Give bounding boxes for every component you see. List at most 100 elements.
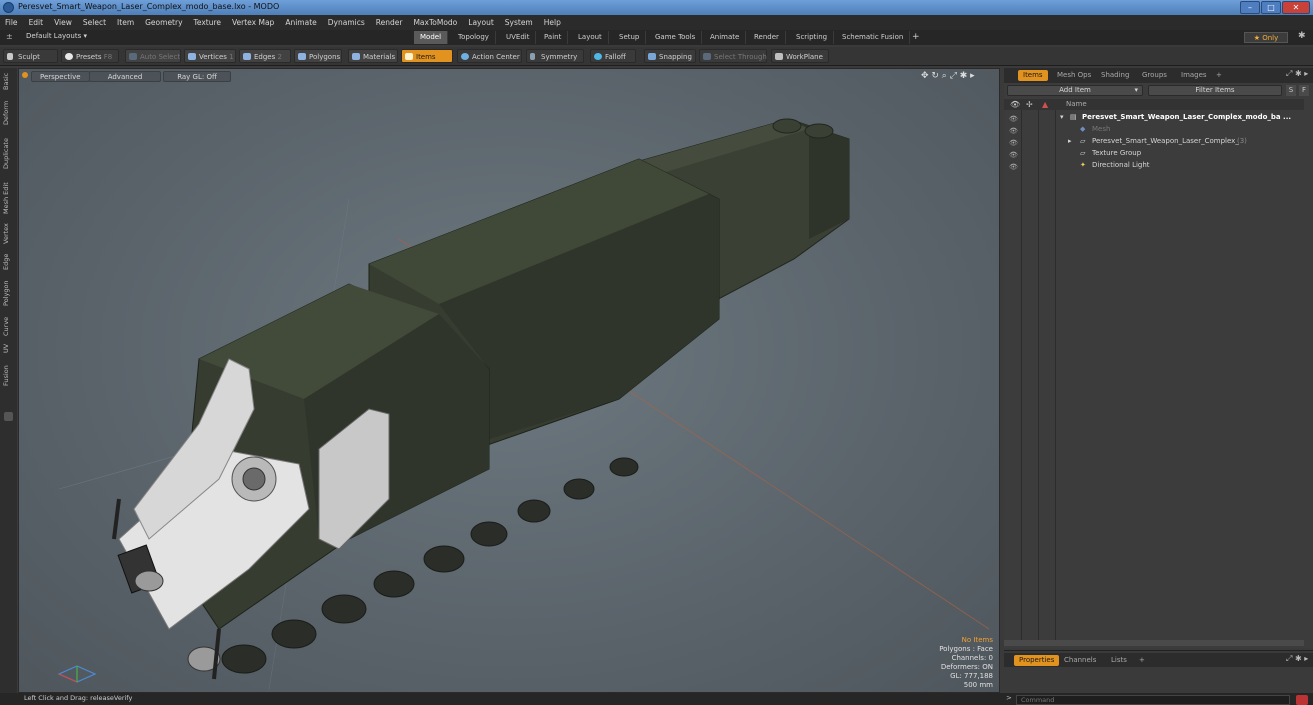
filter-items-input[interactable]: Filter Items — [1148, 85, 1282, 96]
symmetry-button[interactable]: Symmetry — [526, 49, 584, 63]
stats-selection: No Items — [961, 636, 993, 644]
add-props-tab-button[interactable]: + — [1134, 655, 1150, 666]
command-clear-icon[interactable] — [1296, 695, 1308, 705]
expand-arrow-icon[interactable]: ▸ — [1068, 135, 1072, 147]
vertices-button[interactable]: Vertices 1 — [184, 49, 236, 63]
tab-channels[interactable]: Channels — [1059, 655, 1101, 666]
select-through-button[interactable]: Select Through — [699, 49, 767, 63]
command-input[interactable]: Command — [1016, 695, 1290, 705]
tab-scripting[interactable]: Scripting — [790, 31, 835, 44]
vtab-polygon[interactable]: Polygon — [2, 276, 15, 310]
tree-row-texture-group[interactable]: 👁 ▱ Texture Group — [1004, 147, 1304, 159]
snapping-button[interactable]: Snapping — [644, 49, 696, 63]
add-item-dropdown[interactable]: Add Item ▾ — [1007, 85, 1143, 96]
add-panel-tab-button[interactable]: + — [1211, 70, 1227, 81]
tab-mesh-ops[interactable]: Mesh Ops — [1052, 70, 1096, 81]
tab-topology[interactable]: Topology — [452, 31, 496, 44]
vtab-fusion[interactable]: Fusion — [2, 362, 15, 390]
menu-view[interactable]: View — [54, 18, 72, 27]
layout-pin-icon[interactable]: ± — [6, 32, 13, 41]
tree-row-group[interactable]: 👁 ▸ ▱ Peresvet_Smart_Weapon_Laser_Comple… — [1004, 135, 1304, 147]
tab-lists[interactable]: Lists — [1106, 655, 1132, 666]
minimize-icon[interactable]: – — [1240, 1, 1260, 14]
tree-row-light[interactable]: 👁 ✦ Directional Light — [1004, 159, 1304, 171]
menu-animate[interactable]: Animate — [285, 18, 316, 27]
tab-paint[interactable]: Paint — [538, 31, 569, 44]
props-options-icon[interactable]: ⤢ ✱ ▸ — [1286, 654, 1308, 664]
filter-f-button[interactable]: F — [1299, 85, 1309, 96]
visibility-eye-icon[interactable]: 👁 — [1009, 113, 1018, 123]
vtab-uv[interactable]: UV — [2, 340, 15, 356]
filter-s-button[interactable]: S — [1286, 85, 1296, 96]
presets-button[interactable]: Presets F8 — [61, 49, 119, 63]
menu-bar: File Edit View Select Item Geometry Text… — [0, 15, 1313, 30]
menu-item[interactable]: Item — [117, 18, 134, 27]
tab-schematic-fusion[interactable]: Schematic Fusion — [836, 31, 911, 44]
workplane-button[interactable]: WorkPlane — [771, 49, 829, 63]
tab-render[interactable]: Render — [748, 31, 786, 44]
add-tab-button[interactable]: + — [906, 31, 926, 44]
vtab-edge[interactable]: Edge — [2, 250, 15, 274]
layout-selector[interactable]: Default Layouts ▾ — [26, 32, 87, 40]
tab-game-tools[interactable]: Game Tools — [649, 31, 703, 44]
falloff-button[interactable]: Falloff — [590, 49, 636, 63]
panel-options-icon[interactable]: ⤢ ✱ ▸ — [1286, 69, 1308, 79]
action-center-button[interactable]: Action Center — [457, 49, 522, 63]
tab-animate[interactable]: Animate — [704, 31, 747, 44]
tab-model[interactable]: Model — [414, 31, 449, 44]
vtab-duplicate[interactable]: Duplicate — [2, 134, 15, 174]
vtab-deform[interactable]: Deform — [2, 98, 15, 128]
tree-item-label: Directional Light — [1092, 161, 1150, 169]
menu-layout[interactable]: Layout — [468, 18, 494, 27]
materials-button[interactable]: Materials — [348, 49, 398, 63]
panel-toggle-icon[interactable] — [4, 412, 13, 421]
presets-icon — [65, 53, 73, 60]
only-toggle[interactable]: ★ Only — [1244, 32, 1288, 43]
auto-select-button[interactable]: Auto Select — [125, 49, 181, 63]
visibility-eye-icon[interactable]: 👁 — [1009, 137, 1018, 147]
tab-images[interactable]: Images — [1176, 70, 1212, 81]
menu-help[interactable]: Help — [544, 18, 561, 27]
vtab-vertex[interactable]: Vertex — [2, 220, 15, 248]
items-button[interactable]: Items — [401, 49, 453, 63]
3d-viewport[interactable]: Perspective Advanced Ray GL: Off ✥ ↻ ⌕ ⤢… — [18, 68, 1000, 693]
tree-row-scene[interactable]: 👁 ▾ ▤ Peresvet_Smart_Weapon_Laser_Comple… — [1004, 111, 1304, 123]
tab-properties[interactable]: Properties — [1014, 655, 1060, 666]
menu-system[interactable]: System — [505, 18, 533, 27]
tree-row-mesh[interactable]: 👁 ◆ Mesh — [1004, 123, 1304, 135]
tab-setup[interactable]: Setup — [613, 31, 647, 44]
menu-vertex-map[interactable]: Vertex Map — [232, 18, 274, 27]
menu-dynamics[interactable]: Dynamics — [328, 18, 365, 27]
vtab-curve[interactable]: Curve — [2, 314, 15, 338]
close-icon[interactable]: ✕ — [1282, 1, 1310, 14]
tab-uvedit[interactable]: UVEdit — [500, 31, 537, 44]
horizontal-scrollbar[interactable] — [1004, 640, 1304, 646]
visibility-eye-icon[interactable]: 👁 — [1009, 149, 1018, 159]
tab-layout[interactable]: Layout — [572, 31, 609, 44]
items-column-header: 👁 ✢ ▲ Name — [1004, 99, 1304, 110]
menu-texture[interactable]: Texture — [194, 18, 221, 27]
edges-button[interactable]: Edges 2 — [239, 49, 291, 63]
polygons-button[interactable]: Polygons — [294, 49, 342, 63]
settings-gear-icon[interactable]: ✱ — [1298, 31, 1306, 41]
tab-items[interactable]: Items — [1018, 70, 1048, 81]
sculpt-button[interactable]: Sculpt — [3, 49, 58, 63]
expand-arrow-icon[interactable]: ▾ — [1060, 111, 1064, 123]
tab-groups[interactable]: Groups — [1137, 70, 1172, 81]
tool-bar: Sculpt Presets F8 Auto Select Vertices 1… — [0, 47, 1313, 66]
mesh-icon: ◆ — [1080, 125, 1086, 133]
menu-maxtomodo[interactable]: MaxToModo — [413, 18, 457, 27]
visibility-eye-icon[interactable]: 👁 — [1009, 161, 1018, 171]
polygons-label: Polygons — [309, 53, 341, 61]
maximize-icon[interactable]: □ — [1261, 1, 1281, 14]
visibility-eye-icon[interactable]: 👁 — [1009, 125, 1018, 135]
vtab-mesh-edit[interactable]: Mesh Edit — [2, 178, 15, 218]
menu-render[interactable]: Render — [376, 18, 403, 27]
menu-file[interactable]: File — [5, 18, 18, 27]
menu-select[interactable]: Select — [83, 18, 106, 27]
name-column-header[interactable]: Name — [1066, 100, 1087, 108]
menu-edit[interactable]: Edit — [29, 18, 44, 27]
menu-geometry[interactable]: Geometry — [145, 18, 182, 27]
tab-shading[interactable]: Shading — [1096, 70, 1134, 81]
vtab-basic[interactable]: Basic — [2, 70, 15, 92]
